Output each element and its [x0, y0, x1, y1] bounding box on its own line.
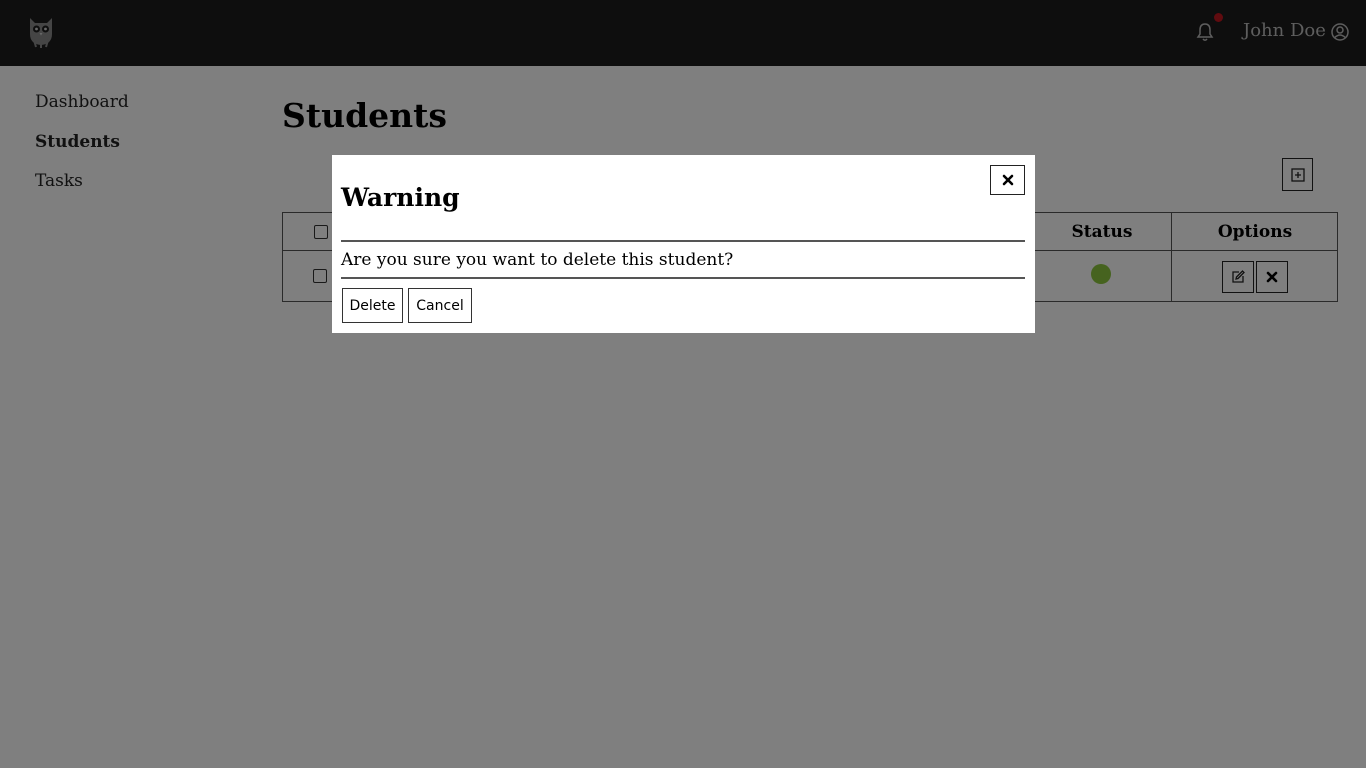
- modal-divider: [341, 277, 1025, 279]
- modal-close-button[interactable]: [990, 165, 1025, 195]
- delete-confirmation-dialog: Warning Are you sure you want to delete …: [332, 155, 1035, 333]
- delete-confirm-button[interactable]: Delete: [342, 288, 403, 323]
- cancel-button[interactable]: Cancel: [408, 288, 472, 323]
- modal-divider: [341, 240, 1025, 242]
- modal-backdrop[interactable]: [0, 0, 1366, 768]
- modal-message: Are you sure you want to delete this stu…: [341, 250, 734, 270]
- modal-title: Warning: [341, 183, 460, 212]
- close-icon: [1002, 174, 1013, 186]
